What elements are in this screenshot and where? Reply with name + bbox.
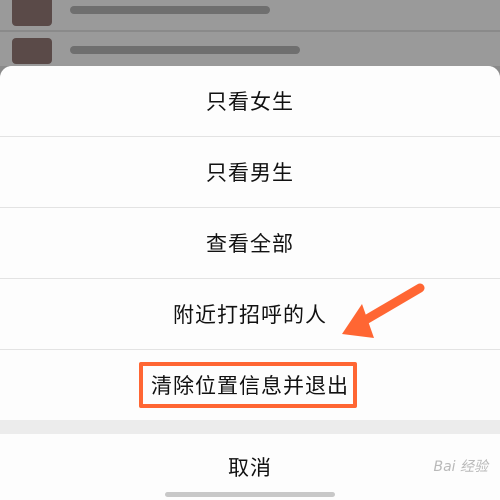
watermark: Bai 经验 <box>433 459 488 475</box>
arrow-icon <box>342 283 425 338</box>
home-indicator <box>165 492 335 497</box>
